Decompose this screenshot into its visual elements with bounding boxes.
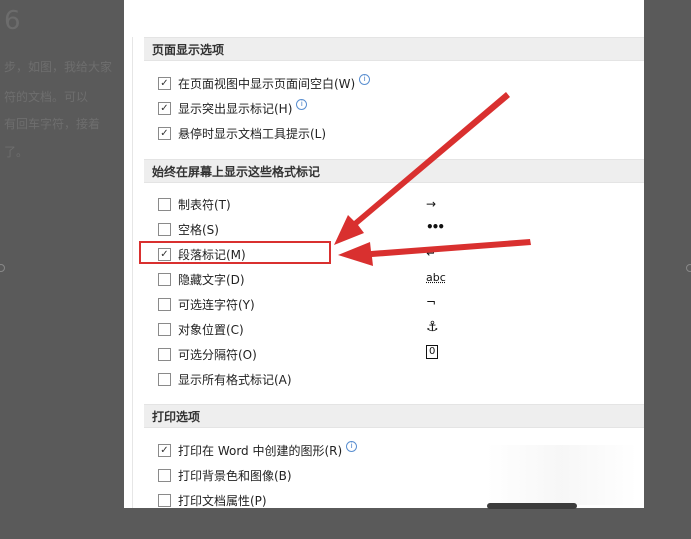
section-header-formatting-marks: 始终在屏幕上显示这些格式标记 <box>144 159 644 183</box>
resize-handle-left[interactable] <box>0 264 5 272</box>
checkbox[interactable] <box>158 297 171 311</box>
checkbox[interactable]: ✓ <box>158 126 171 140</box>
option-label: 对象位置(C) <box>178 322 244 337</box>
checkbox[interactable] <box>158 372 171 386</box>
bottom-shadow <box>487 503 577 509</box>
checkbox[interactable] <box>158 197 171 211</box>
info-icon[interactable]: i <box>296 98 308 110</box>
option-label: 可选连字符(Y) <box>178 297 255 312</box>
anchor-icon: ⚓ <box>426 319 439 335</box>
option-label: 可选分隔符(O) <box>178 347 257 362</box>
option-show-whitespace[interactable]: ✓ 在页面视图中显示页面间空白(W) i <box>158 73 371 93</box>
option-print-drawings[interactable]: ✓ 打印在 Word 中创建的图形(R) i <box>158 440 358 460</box>
option-show-highlight[interactable]: ✓ 显示突出显示标记(H) i <box>158 98 308 118</box>
option-label: 打印背景色和图像(B) <box>178 468 292 483</box>
option-label: 空格(S) <box>178 222 219 237</box>
checkbox[interactable] <box>158 493 171 507</box>
section-header-print-options: 打印选项 <box>144 404 644 428</box>
checkbox[interactable] <box>158 272 171 286</box>
optional-hyphen-icon: ¬ <box>426 295 437 309</box>
option-tab-characters[interactable]: 制表符(T) <box>158 194 231 214</box>
annotation-highlight-box <box>139 241 331 264</box>
dialog-left-rail <box>124 37 133 508</box>
option-print-properties[interactable]: 打印文档属性(P) <box>158 490 267 508</box>
checkbox[interactable] <box>158 322 171 336</box>
option-label: 显示突出显示标记(H) <box>178 101 293 116</box>
option-label: 悬停时显示文档工具提示(L) <box>178 126 327 141</box>
optional-break-glyph: 0 <box>426 345 439 359</box>
option-hidden-text[interactable]: 隐藏文字(D) <box>158 269 245 289</box>
section-header-page-display: 页面显示选项 <box>144 37 644 61</box>
option-show-tooltips[interactable]: ✓ 悬停时显示文档工具提示(L) <box>158 123 326 143</box>
background-text-line: 有回车字符，接着 <box>4 117 101 131</box>
info-icon[interactable]: i <box>346 440 358 452</box>
checkbox[interactable]: ✓ <box>158 443 171 457</box>
space-mark-icon: ••• <box>426 220 445 234</box>
option-spaces[interactable]: 空格(S) <box>158 219 219 239</box>
checkbox[interactable] <box>158 347 171 361</box>
info-icon[interactable]: i <box>359 73 371 85</box>
background-text-line: 步，如图，我给大家 <box>4 60 113 74</box>
resize-handle-right[interactable] <box>686 264 691 272</box>
checkbox[interactable]: ✓ <box>158 101 171 115</box>
tab-mark-icon: → <box>426 197 437 211</box>
hidden-text-icon: abc <box>426 270 446 284</box>
option-label: 制表符(T) <box>178 197 231 212</box>
background-text-line: 了。 <box>4 145 29 159</box>
background-heading: 6 <box>4 6 21 36</box>
option-label: 打印文档属性(P) <box>178 493 267 508</box>
paragraph-mark-icon: ↵ <box>426 246 437 260</box>
option-label: 隐藏文字(D) <box>178 272 245 287</box>
option-label: 显示所有格式标记(A) <box>178 372 292 387</box>
checkbox[interactable]: ✓ <box>158 76 171 90</box>
option-optional-breaks[interactable]: 可选分隔符(O) <box>158 344 257 364</box>
checkbox[interactable] <box>158 222 171 236</box>
blurred-watermark <box>487 445 637 505</box>
background-text-line: 符的文档。可以 <box>4 90 89 104</box>
option-label: 打印在 Word 中创建的图形(R) <box>178 443 343 458</box>
option-print-background[interactable]: 打印背景色和图像(B) <box>158 465 292 485</box>
optional-break-icon: 0 <box>426 343 446 361</box>
option-label: 在页面视图中显示页面间空白(W) <box>178 76 356 91</box>
option-show-all-marks[interactable]: 显示所有格式标记(A) <box>158 369 292 389</box>
option-optional-hyphens[interactable]: 可选连字符(Y) <box>158 294 255 314</box>
option-object-anchors[interactable]: 对象位置(C) <box>158 319 244 339</box>
checkbox[interactable] <box>158 468 171 482</box>
